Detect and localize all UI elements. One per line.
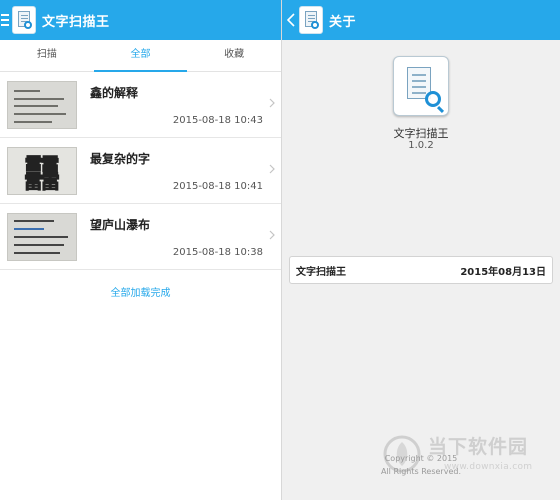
- thumbnail-image: [7, 212, 77, 261]
- top-bar: 文字扫描王: [0, 0, 281, 40]
- back-icon[interactable]: [286, 10, 296, 30]
- page-title: 关于: [329, 14, 357, 30]
- item-name: 最复杂的字: [90, 152, 151, 166]
- list-item[interactable]: 望庐山瀑布 2015-08-18 10:38: [0, 204, 281, 270]
- chevron-right-icon: [269, 164, 275, 174]
- tab-all[interactable]: 全部: [93, 40, 188, 72]
- item-name: 望庐山瀑布: [90, 218, 151, 232]
- release-info-card: 文字扫描王 2015年08月13日: [289, 256, 553, 284]
- menu-icon[interactable]: [1, 14, 9, 26]
- tab-bar: 扫描 全部 收藏: [0, 40, 281, 72]
- all-loaded-message: 全部加载完成: [110, 288, 171, 299]
- list-item[interactable]: 鑫的解释 2015-08-18 10:43: [0, 72, 281, 138]
- thumbnail-image: 䨻: [7, 146, 77, 195]
- item-time: 2015-08-18 10:43: [172, 115, 263, 126]
- app-title: 文字扫描王: [42, 14, 110, 30]
- release-date: 2015年08月13日: [460, 266, 546, 278]
- right-panel: 关于 文字扫描王 1.0.2 文字扫描王 2015年08月13日 当下软件园 w…: [281, 0, 560, 500]
- chevron-right-icon: [269, 230, 275, 240]
- list-item[interactable]: 䨻 最复杂的字 2015-08-18 10:41: [0, 138, 281, 204]
- app-version: 1.0.2: [408, 140, 434, 151]
- top-bar: 关于: [282, 0, 560, 40]
- item-time: 2015-08-18 10:41: [172, 181, 263, 192]
- app-logo-icon[interactable]: [12, 6, 36, 34]
- item-time: 2015-08-18 10:38: [172, 247, 263, 258]
- tab-scan[interactable]: 扫描: [0, 40, 94, 71]
- app-logo-icon: [393, 56, 449, 116]
- app-logo-icon[interactable]: [299, 6, 323, 34]
- thumbnail-character: 䨻: [22, 151, 61, 195]
- tab-favorites[interactable]: 收藏: [187, 40, 281, 71]
- thumbnail-image: [7, 80, 77, 129]
- left-panel: 文字扫描王 扫描 全部 收藏 鑫的解释 2015-08-18 10:43 䨻 最…: [0, 0, 281, 500]
- scan-list: 鑫的解释 2015-08-18 10:43 䨻 最复杂的字 2015-08-18…: [0, 72, 281, 270]
- copyright-text: Copyright © 2015 All Rights Reserved.: [380, 454, 461, 476]
- info-label: 文字扫描王: [296, 266, 346, 278]
- chevron-right-icon: [269, 98, 275, 108]
- app-name: 文字扫描王: [393, 127, 449, 140]
- item-name: 鑫的解释: [90, 86, 139, 100]
